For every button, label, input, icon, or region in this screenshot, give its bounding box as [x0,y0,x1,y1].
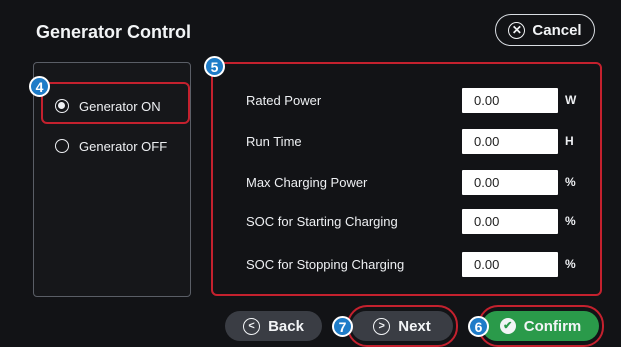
confirm-button[interactable]: ✔ Confirm [482,311,599,341]
step-badge-6: 6 [468,316,489,337]
next-button[interactable]: > Next [351,311,453,341]
rated-power-unit: W [565,93,577,107]
highlight-frame-options [41,82,190,124]
generator-off-option[interactable]: Generator OFF [55,136,167,156]
confirm-label: Confirm [523,317,582,335]
chevron-left-icon: < [243,317,261,335]
next-label: Next [398,317,431,335]
step-badge-4: 4 [29,76,50,97]
back-label: Back [268,317,304,335]
close-circle-icon: ✕ [508,21,526,39]
rated-power-label: Rated Power [246,92,322,108]
max-charging-power-input[interactable]: 0.00 [462,170,558,195]
soc-start-unit: % [565,214,576,228]
cancel-button[interactable]: ✕ Cancel [495,14,595,46]
rated-power-input[interactable]: 0.00 [462,88,558,113]
page-title: Generator Control [36,22,192,42]
run-time-label: Run Time [246,133,302,149]
max-charging-power-unit: % [565,175,576,189]
run-time-input[interactable]: 0.00 [462,129,558,154]
generator-off-label: Generator OFF [79,138,168,154]
max-charging-power-label: Max Charging Power [246,174,368,190]
cancel-label: Cancel [532,21,582,39]
run-time-unit: H [565,134,574,148]
soc-stop-unit: % [565,257,576,271]
chevron-right-icon: > [373,317,391,335]
step-badge-5: 5 [204,56,225,77]
soc-start-label: SOC for Starting Charging [246,213,398,229]
radio-unchecked-icon[interactable] [55,139,69,153]
soc-stop-input[interactable]: 0.00 [462,252,558,277]
soc-start-input[interactable]: 0.00 [462,209,558,234]
step-badge-7: 7 [332,316,353,337]
soc-stop-label: SOC for Stopping Charging [246,256,405,272]
check-icon: ✔ [499,318,516,334]
back-button[interactable]: < Back [225,311,322,341]
